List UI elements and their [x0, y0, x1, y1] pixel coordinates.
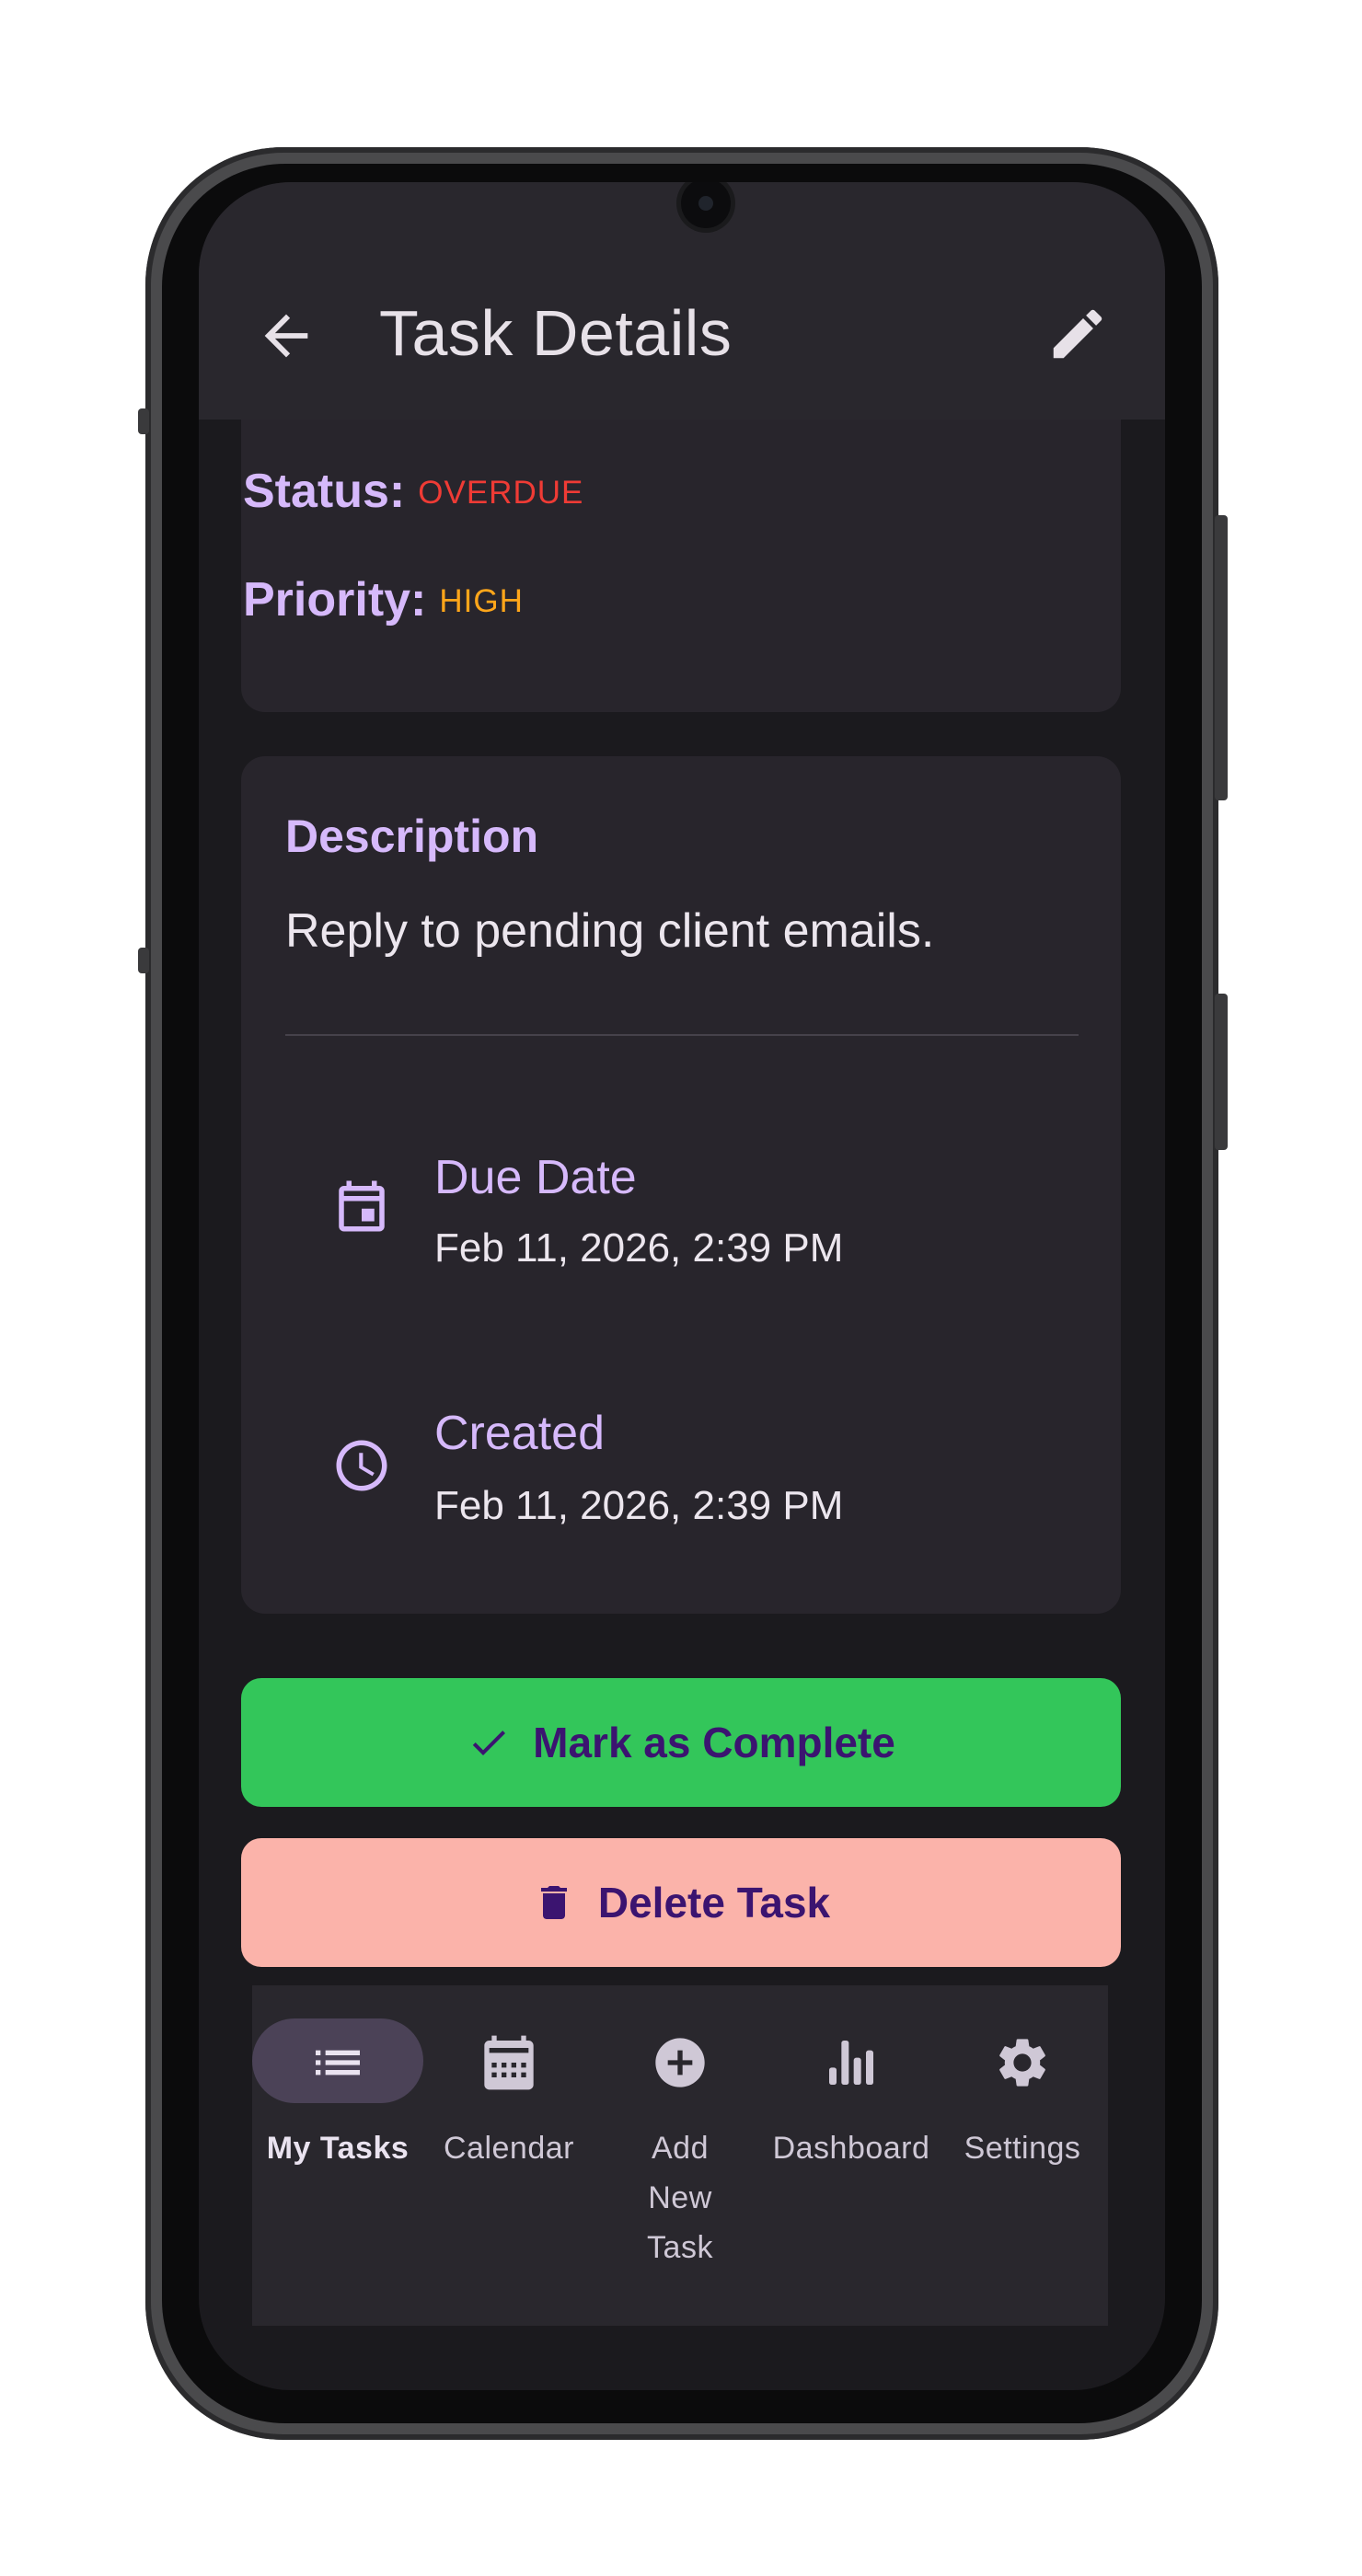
page-title: Task Details	[379, 297, 733, 369]
due-date-label: Due Date	[434, 1151, 637, 1204]
calendar-icon	[484, 2035, 534, 2090]
priority-value: HIGH	[439, 583, 524, 619]
power-button	[1215, 994, 1228, 1150]
back-arrow-icon[interactable]	[254, 304, 318, 368]
nav-label-my-tasks: My Tasks	[266, 2131, 410, 2166]
nav-item-settings[interactable]: Settings	[937, 1985, 1108, 2225]
screen: Status: OVERDUE Priority: HIGH Description…	[199, 182, 1165, 2390]
description-card: Description Reply to pending client emai…	[241, 756, 1121, 1614]
divider	[285, 1034, 1079, 1036]
nav-item-dashboard[interactable]: Dashboard	[766, 1985, 937, 2225]
nav-item-add-new-task[interactable]: Add New Task	[594, 1985, 766, 2265]
frame-notch-left-bottom	[138, 948, 149, 973]
description-text: Reply to pending client emails.	[285, 904, 935, 958]
frame-notch-left-top	[138, 408, 149, 434]
delete-task-label: Delete Task	[597, 1879, 831, 1926]
edit-pencil-icon[interactable]	[1045, 302, 1110, 366]
status-value: OVERDUE	[418, 475, 584, 511]
app-bar: Task Details	[199, 182, 1165, 420]
clock-icon	[336, 1440, 387, 1491]
description-heading: Description	[285, 811, 539, 862]
add-circle-icon	[655, 2038, 705, 2087]
bar-chart-icon	[829, 2041, 873, 2085]
trash-icon	[540, 1886, 567, 1919]
nav-item-calendar[interactable]: Calendar	[423, 1985, 594, 2225]
nav-label-add-new-task: Add New Task	[647, 2131, 713, 2265]
mark-complete-label: Mark as Complete	[533, 1719, 895, 1766]
nav-label-settings: Settings	[964, 2131, 1081, 2166]
volume-button	[1215, 515, 1228, 800]
list-icon	[316, 2050, 360, 2076]
delete-task-button[interactable]: Delete Task	[241, 1838, 1121, 1967]
mark-complete-button[interactable]: Mark as Complete	[241, 1678, 1121, 1807]
created-value: Feb 11, 2026, 2:39 PM	[434, 1483, 844, 1528]
priority-row: Priority: HIGH	[243, 572, 524, 627]
due-date-value: Feb 11, 2026, 2:39 PM	[434, 1225, 844, 1271]
nav-item-my-tasks[interactable]: My Tasks	[252, 1985, 423, 2225]
bottom-navigation: My Tasks Calendar Add New Task Dashboard	[252, 1985, 1108, 2326]
check-icon	[472, 1731, 506, 1755]
status-row: Status: OVERDUE	[243, 464, 583, 519]
status-label: Status:	[243, 465, 406, 518]
gear-icon	[999, 2039, 1045, 2087]
nav-label-dashboard: Dashboard	[772, 2131, 930, 2166]
priority-label: Priority:	[243, 573, 427, 627]
nav-label-calendar: Calendar	[444, 2131, 574, 2166]
created-label: Created	[434, 1407, 605, 1460]
calendar-icon	[339, 1180, 385, 1232]
